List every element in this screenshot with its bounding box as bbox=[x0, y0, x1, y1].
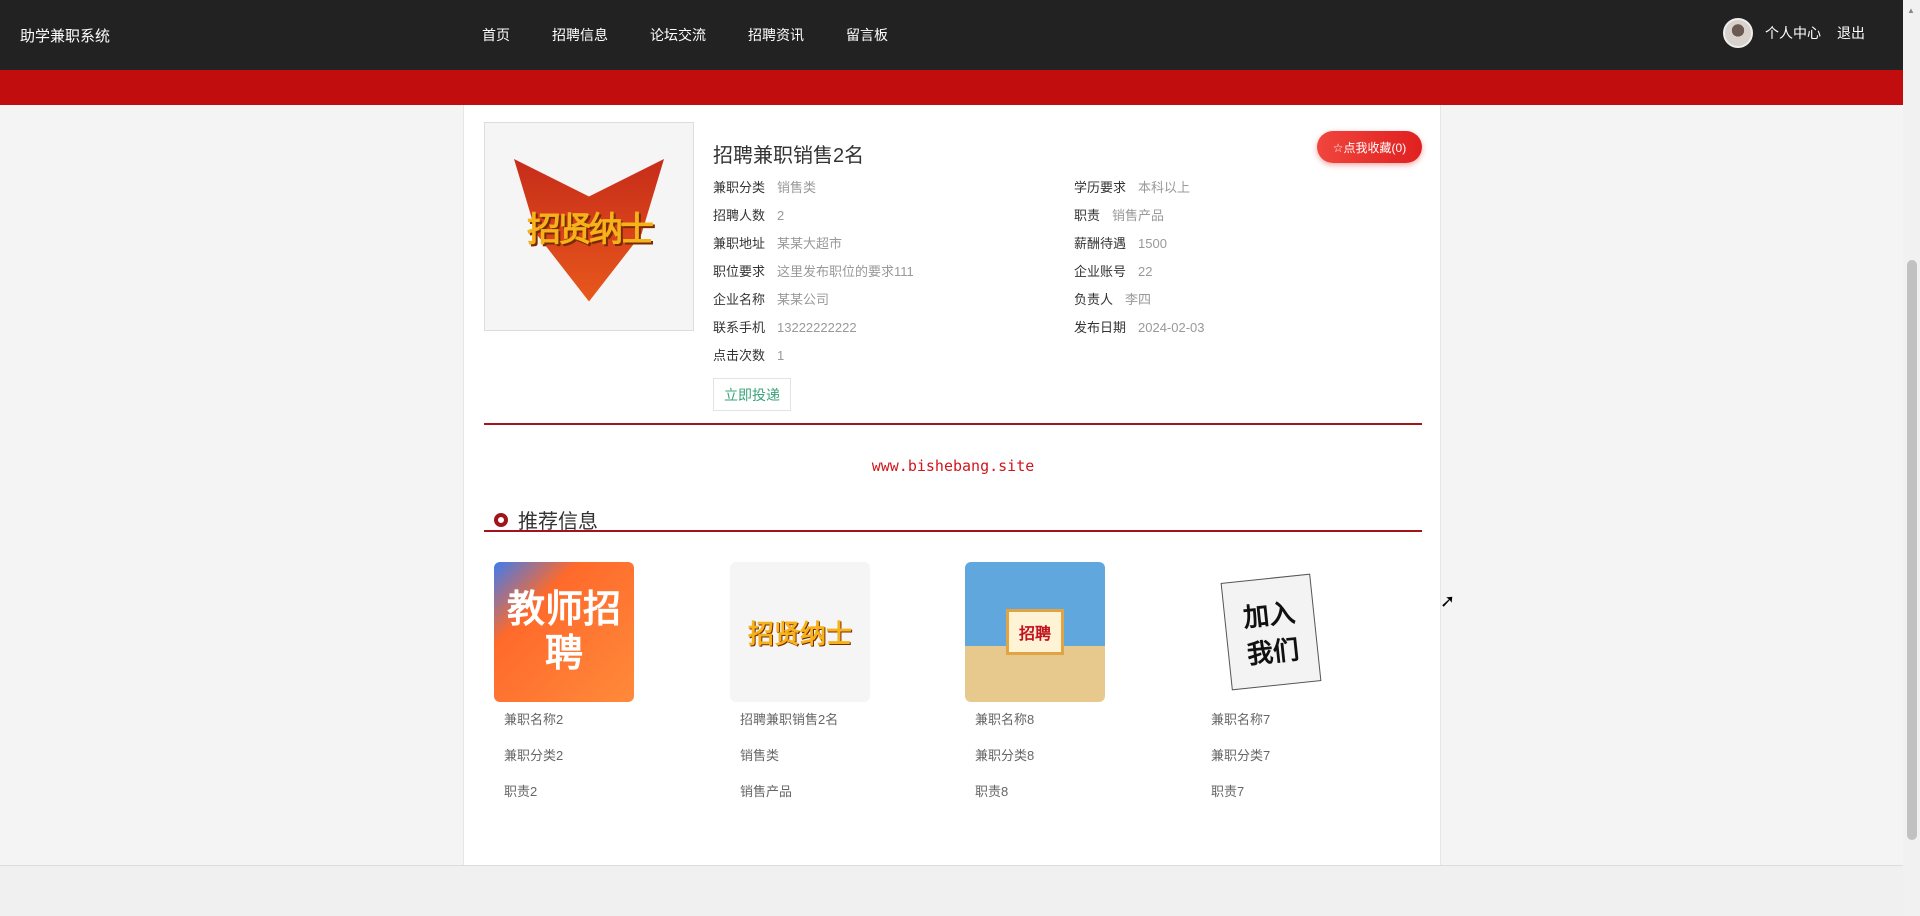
job-image: 招贤纳士 bbox=[484, 122, 694, 331]
card-duty: 职责2 bbox=[504, 784, 538, 799]
card-category: 销售类 bbox=[740, 748, 780, 763]
field-address: 兼职地址 某某大超市 bbox=[713, 233, 842, 252]
field-headcount: 招聘人数 2 bbox=[713, 205, 784, 224]
logout-link[interactable]: 退出 bbox=[1837, 23, 1865, 43]
nav-forum[interactable]: 论坛交流 bbox=[650, 25, 706, 45]
recommend-card[interactable]: 招贤纳士 招聘兼职销售2名 销售类 销售产品 bbox=[730, 562, 930, 810]
field-clicks: 点击次数 1 bbox=[713, 345, 784, 364]
field-requirement: 职位要求 这里发布职位的要求111 bbox=[713, 261, 914, 280]
watermark-text: www.bishebang.site bbox=[871, 457, 1035, 475]
card-name[interactable]: 招聘兼职销售2名 bbox=[740, 702, 930, 738]
field-label: 企业账号 bbox=[1074, 264, 1127, 279]
card-category: 兼职分类2 bbox=[504, 748, 564, 763]
card-image[interactable]: 招聘 bbox=[965, 562, 1105, 702]
recommend-card[interactable]: 教师招聘 兼职名称2 兼职分类2 职责2 bbox=[494, 562, 694, 810]
divider bbox=[484, 423, 1422, 425]
card-duty: 职责8 bbox=[975, 784, 1009, 799]
card-image[interactable]: 招贤纳士 bbox=[730, 562, 870, 702]
field-value: 李四 bbox=[1125, 292, 1152, 307]
field-value: 1 bbox=[777, 348, 785, 363]
mouse-cursor-icon: ➚ bbox=[1440, 591, 1456, 611]
card-image-lettering: 加入我们 bbox=[1220, 573, 1322, 691]
banner-strip bbox=[0, 70, 1903, 105]
field-value: 这里发布职位的要求111 bbox=[777, 264, 914, 279]
image-lettering: 招贤纳士 bbox=[527, 211, 654, 249]
nav-messages[interactable]: 留言板 bbox=[846, 25, 888, 45]
field-company: 企业名称 某某公司 bbox=[713, 289, 829, 308]
page-footer-area bbox=[0, 865, 1903, 916]
card-name[interactable]: 兼职名称8 bbox=[975, 702, 1165, 738]
field-account: 企业账号 22 bbox=[1074, 261, 1152, 280]
apply-button[interactable]: 立即投递 bbox=[713, 378, 791, 411]
divider bbox=[484, 530, 1422, 532]
field-label: 负责人 bbox=[1074, 292, 1114, 307]
site-brand[interactable]: 助学兼职系统 bbox=[20, 25, 110, 46]
nav-news[interactable]: 招聘资讯 bbox=[748, 25, 804, 45]
field-value: 13222222222 bbox=[777, 320, 857, 335]
scrollbar[interactable]: ▲ bbox=[1903, 0, 1920, 916]
field-education: 学历要求 本科以上 bbox=[1074, 177, 1190, 196]
nav-jobs[interactable]: 招聘信息 bbox=[552, 25, 608, 45]
card-name[interactable]: 兼职名称7 bbox=[1211, 702, 1401, 738]
field-value: 某某大超市 bbox=[777, 236, 843, 251]
field-label: 发布日期 bbox=[1074, 320, 1127, 335]
card-duty: 职责7 bbox=[1211, 784, 1245, 799]
field-category: 兼职分类 销售类 bbox=[713, 177, 816, 196]
field-label: 学历要求 bbox=[1074, 180, 1127, 195]
field-value: 2024-02-03 bbox=[1138, 320, 1205, 335]
field-label: 企业名称 bbox=[713, 292, 766, 307]
field-value: 销售类 bbox=[777, 180, 817, 195]
card-category: 兼职分类8 bbox=[975, 748, 1035, 763]
scroll-up-icon[interactable]: ▲ bbox=[1907, 6, 1915, 15]
job-detail-panel: 招贤纳士 招聘兼职销售2名 ☆点我收藏(0) 兼职分类 销售类 招聘人数 2 兼职地… bbox=[463, 105, 1455, 865]
field-value: 本科以上 bbox=[1138, 180, 1191, 195]
field-phone: 联系手机 13222222222 bbox=[713, 317, 857, 336]
field-label: 招聘人数 bbox=[713, 208, 766, 223]
circle-bullet-icon bbox=[494, 512, 508, 527]
field-value: 2 bbox=[777, 208, 785, 223]
card-name[interactable]: 兼职名称2 bbox=[504, 702, 694, 738]
main-nav: 首页 招聘信息 论坛交流 招聘资讯 留言板 bbox=[482, 25, 930, 45]
card-image[interactable]: 教师招聘 bbox=[494, 562, 634, 702]
job-title: 招聘兼职销售2名 bbox=[713, 145, 865, 167]
field-value: 销售产品 bbox=[1112, 208, 1165, 223]
user-center-link[interactable]: 个人中心 bbox=[1765, 23, 1821, 43]
nav-home[interactable]: 首页 bbox=[482, 25, 510, 45]
field-label: 兼职分类 bbox=[713, 180, 766, 195]
field-value: 1500 bbox=[1138, 236, 1167, 251]
field-contact-person: 负责人 李四 bbox=[1074, 289, 1151, 308]
field-label: 职位要求 bbox=[713, 264, 766, 279]
field-label: 薪酬待遇 bbox=[1074, 236, 1127, 251]
card-category: 兼职分类7 bbox=[1211, 748, 1271, 763]
field-label: 联系手机 bbox=[713, 320, 766, 335]
avatar[interactable] bbox=[1723, 18, 1753, 48]
field-duty: 职责 销售产品 bbox=[1074, 205, 1164, 224]
card-image[interactable]: 加入我们 bbox=[1201, 562, 1341, 702]
field-value: 22 bbox=[1138, 264, 1153, 279]
field-publish-date: 发布日期 2024-02-03 bbox=[1074, 317, 1205, 336]
field-label: 兼职地址 bbox=[713, 236, 766, 251]
field-label: 点击次数 bbox=[713, 348, 766, 363]
card-duty: 销售产品 bbox=[740, 784, 793, 799]
top-navbar: 助学兼职系统 首页 招聘信息 论坛交流 招聘资讯 留言板 个人中心 退出 bbox=[0, 0, 1903, 70]
field-salary: 薪酬待遇 1500 bbox=[1074, 233, 1167, 252]
recommend-card[interactable]: 加入我们 兼职名称7 兼职分类7 职责7 bbox=[1201, 562, 1401, 810]
scrollbar-thumb[interactable] bbox=[1907, 260, 1917, 840]
collect-button[interactable]: ☆点我收藏(0) bbox=[1317, 131, 1422, 163]
field-value: 某某公司 bbox=[777, 292, 830, 307]
recommend-card[interactable]: 招聘 兼职名称8 兼职分类8 职责8 bbox=[965, 562, 1165, 810]
card-image-lettering: 招聘 bbox=[1005, 609, 1064, 655]
field-label: 职责 bbox=[1074, 208, 1101, 223]
user-area: 个人中心 退出 bbox=[1723, 18, 1881, 48]
